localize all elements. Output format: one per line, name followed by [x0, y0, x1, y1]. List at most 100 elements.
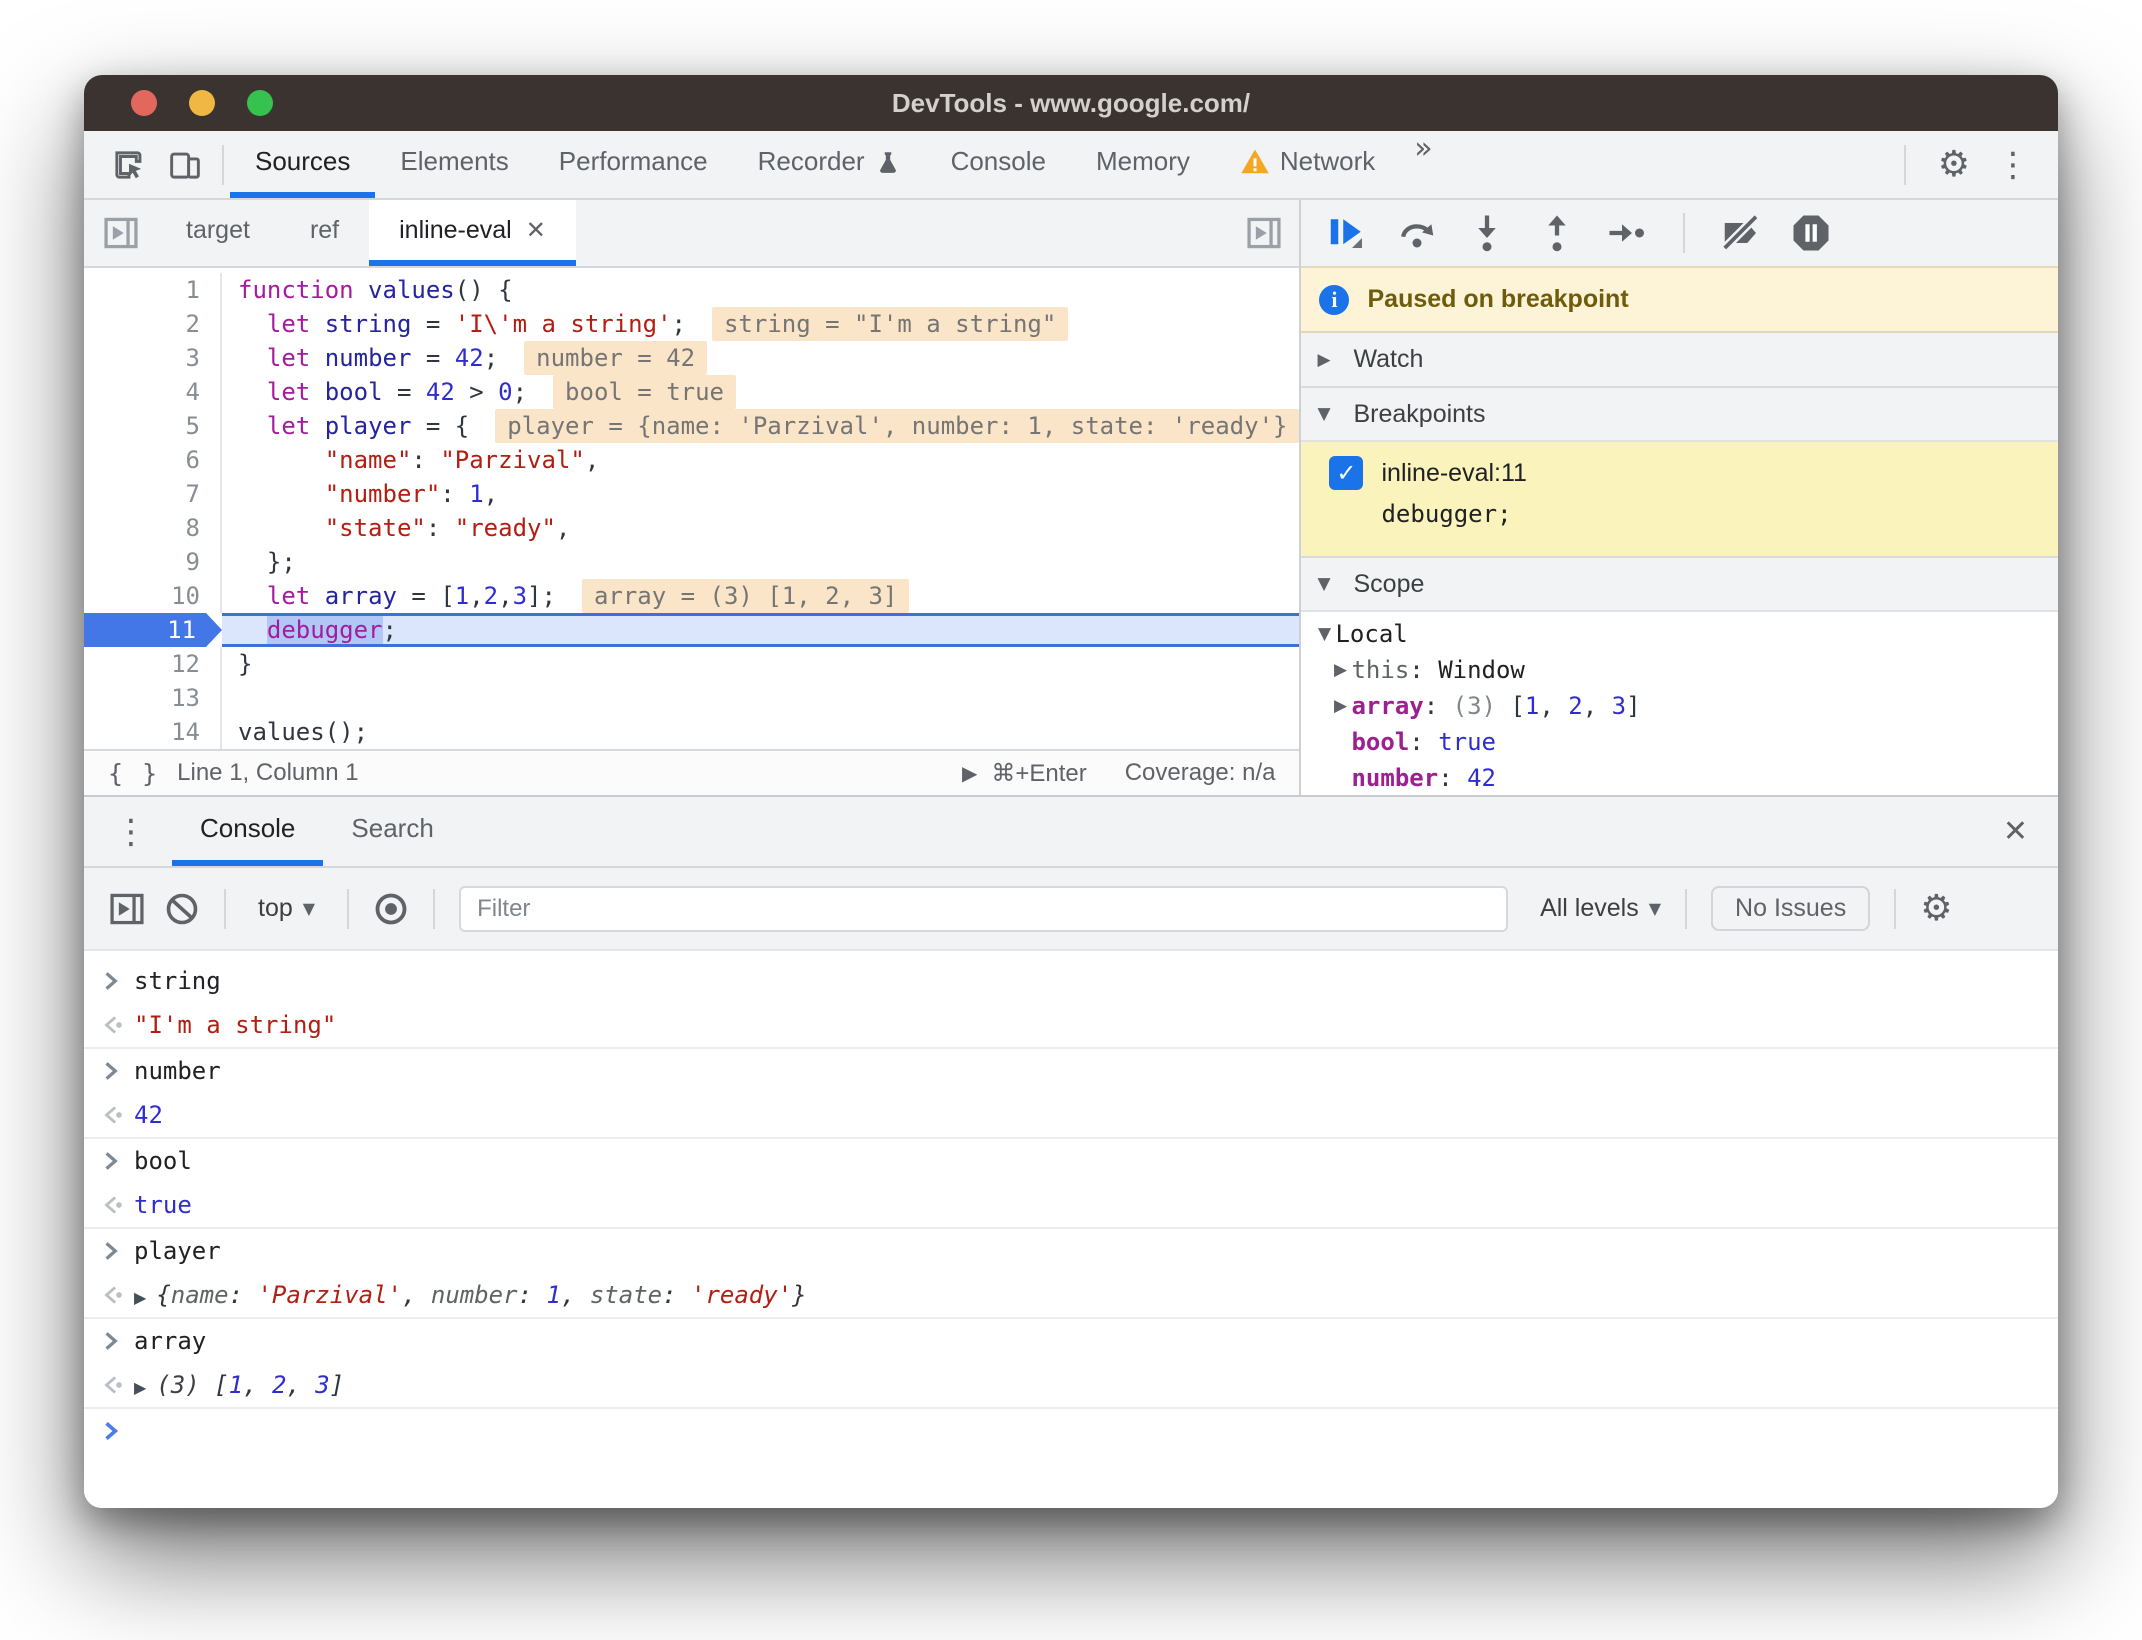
- console-input-row[interactable]: player: [84, 1229, 2058, 1273]
- line-number[interactable]: 3: [84, 341, 222, 375]
- context-selector[interactable]: top ▼: [250, 894, 323, 923]
- code-line[interactable]: 7 "number": 1,: [84, 477, 1299, 511]
- breakpoint-checkbox[interactable]: ✓: [1329, 456, 1364, 490]
- code-line[interactable]: 3 let number = 42; number = 42: [84, 341, 1299, 375]
- scope-row[interactable]: bool: true: [1301, 724, 2058, 760]
- clear-console-icon[interactable]: [164, 891, 200, 927]
- disclosure-triangle-icon[interactable]: ▶: [1329, 660, 1351, 680]
- step-over-icon[interactable]: [1397, 213, 1437, 253]
- code-line[interactable]: 6 "name": "Parzival",: [84, 443, 1299, 477]
- line-number[interactable]: 14: [84, 715, 222, 749]
- code-editor[interactable]: 1 function values() {2 let string = 'I\'m…: [84, 268, 1300, 749]
- scope-row[interactable]: ▶ this: Window: [1301, 652, 2058, 688]
- console-settings-gear-icon[interactable]: ⚙: [1920, 890, 1952, 927]
- line-number[interactable]: 1: [84, 273, 222, 307]
- close-drawer-icon[interactable]: ✕: [2003, 797, 2058, 866]
- expand-triangle-icon[interactable]: ▶: [134, 1288, 146, 1307]
- expand-triangle-icon[interactable]: ▶: [134, 1378, 146, 1397]
- line-number[interactable]: 9: [84, 545, 222, 579]
- drawer-tab-search[interactable]: Search: [323, 797, 461, 866]
- console-input-row[interactable]: array: [84, 1319, 2058, 1363]
- watch-section-header[interactable]: ▶ Watch: [1301, 331, 2058, 386]
- console-input-row[interactable]: bool: [84, 1139, 2058, 1183]
- line-number[interactable]: 6: [84, 443, 222, 477]
- tab-elements[interactable]: Elements: [375, 131, 533, 198]
- show-navigator-icon[interactable]: [84, 200, 156, 266]
- code-line[interactable]: 12}: [84, 647, 1299, 681]
- code-line[interactable]: 2 let string = 'I\'m a string'; string = …: [84, 307, 1299, 341]
- close-tab-icon[interactable]: ✕: [526, 216, 546, 244]
- code-line[interactable]: 5 let player = {player = {name: 'Parziva…: [84, 409, 1300, 443]
- breakpoint-item[interactable]: ✓ inline-eval:11 debugger;: [1301, 440, 2058, 556]
- file-tab-inline-eval[interactable]: inline-eval ✕: [369, 200, 576, 266]
- no-issues-button[interactable]: No Issues: [1711, 886, 1871, 931]
- code-line[interactable]: 10 let array = [1,2,3]; array = (3) [1, 2…: [84, 579, 1299, 613]
- code-line[interactable]: 9 };: [84, 545, 1299, 579]
- drawer-tab-console[interactable]: Console: [172, 797, 324, 866]
- line-number[interactable]: 5: [84, 409, 222, 443]
- log-levels-dropdown[interactable]: All levels ▼: [1540, 894, 1661, 923]
- tab-performance[interactable]: Performance: [534, 131, 733, 198]
- scope-tree[interactable]: ▼ Local ▶ this: Window ▶ array: (3) [1, 2, 3]…: [1301, 610, 2058, 795]
- tab-memory[interactable]: Memory: [1071, 131, 1215, 198]
- inline-eval-value: number = 42: [524, 341, 708, 375]
- code-line[interactable]: 1 function values() {: [84, 273, 1299, 307]
- console-result-row[interactable]: ▶ (3) [1, 2, 3]: [84, 1363, 2058, 1407]
- disclosure-triangle-icon[interactable]: ▼: [1313, 624, 1335, 644]
- console-result-row[interactable]: ▶ {name: 'Parzival', number: 1, state: 'r…: [84, 1273, 2058, 1317]
- file-tab-target[interactable]: target: [156, 200, 280, 266]
- step-into-icon[interactable]: [1467, 213, 1507, 253]
- live-expression-eye-icon[interactable]: [373, 891, 409, 927]
- scope-row[interactable]: ▼ Local: [1301, 616, 2058, 652]
- line-number[interactable]: 12: [84, 647, 222, 681]
- line-number[interactable]: 10: [84, 579, 222, 613]
- toolbar-separator: [1894, 888, 1897, 929]
- console-input-row[interactable]: number: [84, 1049, 2058, 1093]
- filter-input[interactable]: [459, 885, 1509, 932]
- line-number[interactable]: 8: [84, 511, 222, 545]
- console-prompt[interactable]: [84, 1409, 2058, 1453]
- show-console-sidebar-icon[interactable]: [108, 890, 146, 928]
- deactivate-breakpoints-icon[interactable]: [1721, 213, 1761, 253]
- resume-script-icon[interactable]: [1327, 213, 1367, 253]
- console-result-row[interactable]: true: [84, 1183, 2058, 1227]
- run-snippet-icon[interactable]: ▶: [962, 761, 977, 785]
- scope-section-header[interactable]: ▼ Scope: [1301, 556, 2058, 610]
- tab-console[interactable]: Console: [926, 131, 1071, 198]
- more-tabs-icon[interactable]: »: [1400, 131, 1446, 198]
- step-out-icon[interactable]: [1537, 213, 1577, 253]
- execution-line-marker[interactable]: 11: [84, 613, 222, 647]
- code-line[interactable]: 14 values();: [84, 715, 1299, 749]
- token: [: [199, 1371, 229, 1399]
- code-line[interactable]: 13: [84, 681, 1299, 715]
- disclosure-triangle-icon[interactable]: ▶: [1329, 696, 1351, 716]
- scope-row[interactable]: ▶ array: (3) [1, 2, 3]: [1301, 688, 2058, 724]
- execution-line[interactable]: 11 debugger;: [84, 613, 1300, 647]
- line-number[interactable]: 7: [84, 477, 222, 511]
- line-number[interactable]: 2: [84, 307, 222, 341]
- tab-sources[interactable]: Sources: [230, 131, 376, 198]
- inspect-element-icon[interactable]: [106, 142, 152, 188]
- console-result-row[interactable]: 42: [84, 1093, 2058, 1137]
- file-tab-ref[interactable]: ref: [280, 200, 369, 266]
- pretty-print-icon[interactable]: { }: [108, 759, 159, 788]
- pause-on-exceptions-icon[interactable]: [1791, 213, 1831, 253]
- line-number[interactable]: 13: [84, 681, 222, 715]
- breakpoints-section-header[interactable]: ▼ Breakpoints: [1301, 386, 2058, 440]
- scope-row[interactable]: number: 42: [1301, 760, 2058, 795]
- tab-recorder[interactable]: Recorder: [733, 131, 926, 198]
- open-quick-source-icon[interactable]: [1245, 214, 1283, 252]
- device-toolbar-icon[interactable]: [162, 142, 208, 188]
- settings-gear-icon[interactable]: ⚙: [1938, 146, 1970, 183]
- more-options-icon[interactable]: ⋮: [1996, 148, 2030, 182]
- line-number[interactable]: 4: [84, 375, 222, 409]
- console-result-row[interactable]: "I'm a string": [84, 1003, 2058, 1047]
- code-line[interactable]: 8 "state": "ready",: [84, 511, 1299, 545]
- console-input-row[interactable]: string: [84, 959, 2058, 1003]
- console-result-arrow-icon: [100, 1103, 134, 1127]
- tab-network[interactable]: Network: [1215, 131, 1400, 198]
- code-line[interactable]: 4 let bool = 42 > 0; bool = true: [84, 375, 1299, 409]
- drawer-menu-dots-icon[interactable]: ⋮: [84, 797, 172, 866]
- console-output[interactable]: string "I'm a string" number 42 bool true play…: [84, 951, 2058, 1508]
- step-icon[interactable]: [1607, 213, 1647, 253]
